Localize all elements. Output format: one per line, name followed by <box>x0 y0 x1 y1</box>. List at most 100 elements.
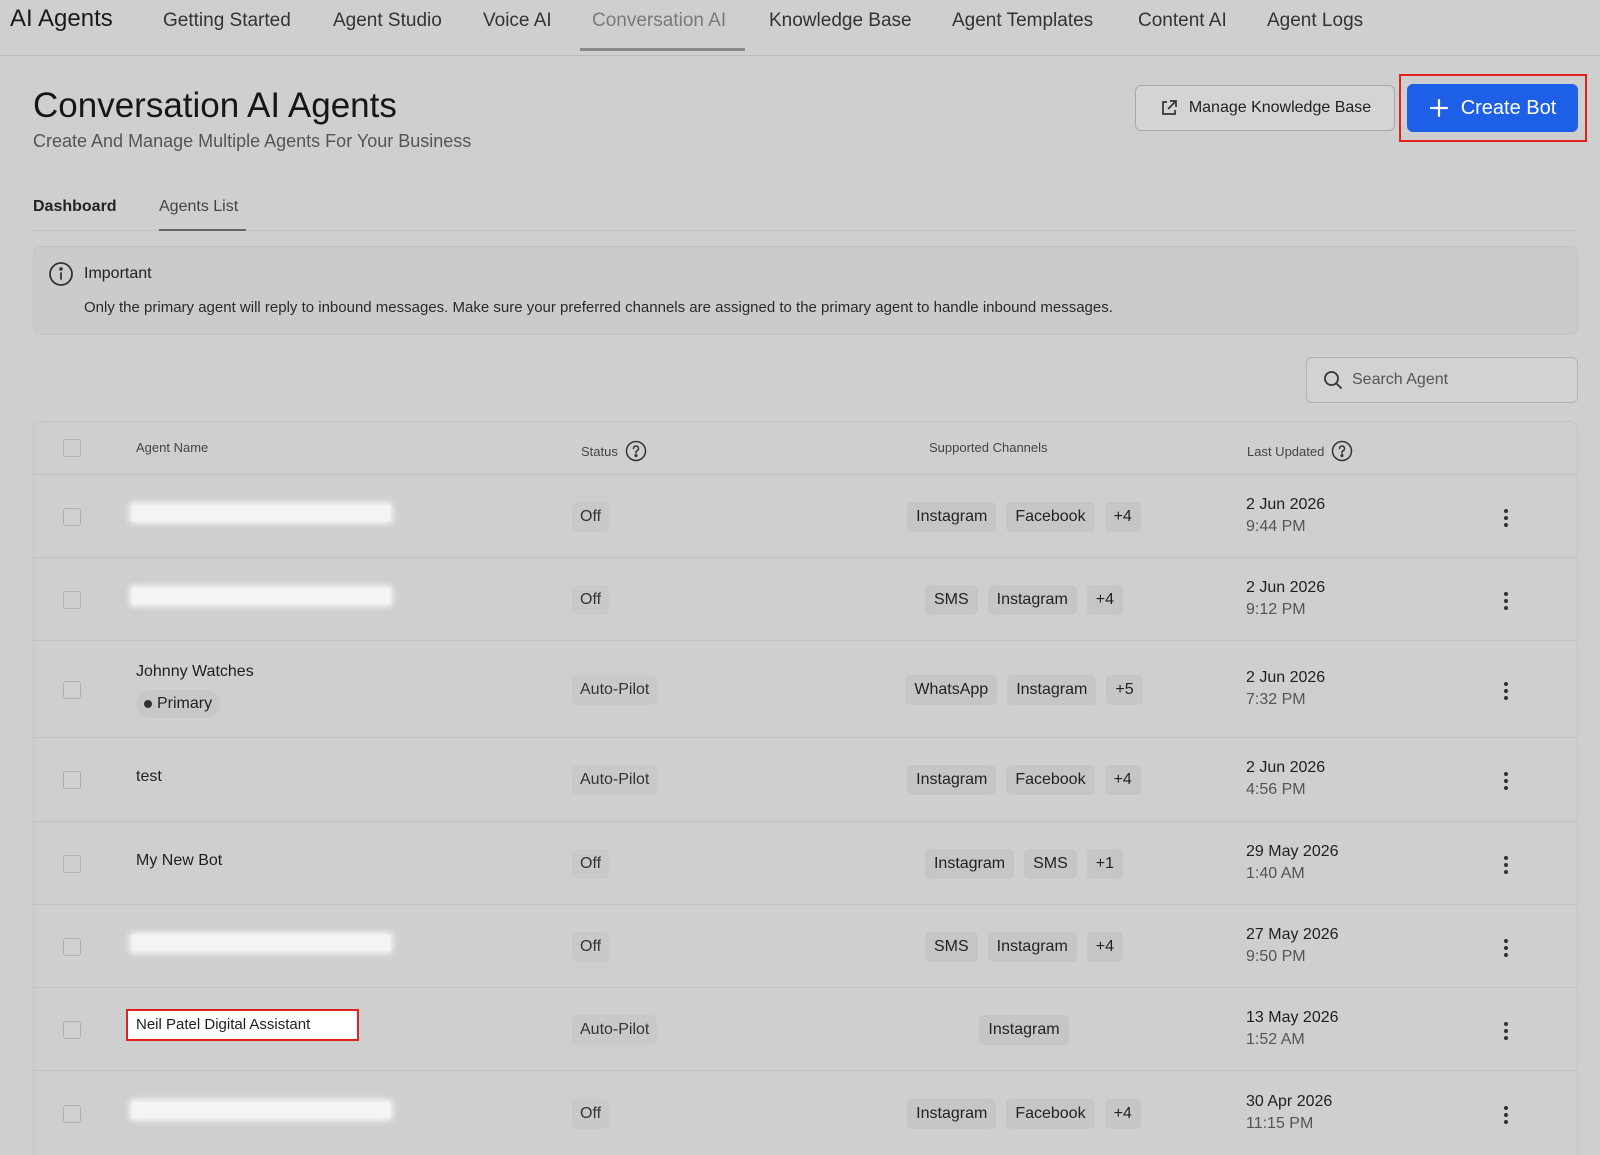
last-updated-date: 30 Apr 2026 <box>1246 1092 1333 1110</box>
row-checkbox[interactable] <box>63 590 81 609</box>
last-updated-date: 29 May 2026 <box>1246 842 1339 860</box>
row-checkbox[interactable] <box>63 854 81 873</box>
table-row[interactable]: My New Bot Off Instagram SMS +1 29 May 2026 1:… <box>34 822 1577 905</box>
search-input[interactable] <box>1352 371 1572 389</box>
redacted-agent-name <box>132 1101 390 1118</box>
active-tab-indicator <box>580 48 745 51</box>
more-options-icon[interactable] <box>1498 590 1514 612</box>
channel-chip: SMS <box>924 584 978 615</box>
info-icon <box>49 262 73 286</box>
manage-knowledge-base-button[interactable]: Manage Knowledge Base <box>1135 85 1395 131</box>
last-updated-date: 2 Jun 2026 <box>1246 578 1326 596</box>
search-box[interactable] <box>1306 357 1578 403</box>
table-row[interactable]: test Auto-Pilot Instagram Facebook +4 2 Jun 2… <box>34 738 1577 822</box>
help-icon[interactable] <box>625 440 647 462</box>
agent-name[interactable]: test <box>136 768 162 786</box>
nav-tab-agent-studio[interactable]: Agent Studio <box>333 10 442 32</box>
row-checkbox[interactable] <box>63 937 81 956</box>
last-updated-time: 9:44 PM <box>1246 517 1306 535</box>
row-checkbox[interactable] <box>63 507 81 526</box>
nav-tab-agent-templates[interactable]: Agent Templates <box>952 10 1093 32</box>
more-options-icon[interactable] <box>1498 854 1514 876</box>
last-updated: 29 May 2026 1:40 AM <box>1246 841 1339 885</box>
channel-chip: Facebook <box>1006 765 1095 795</box>
plus-icon <box>1429 98 1448 118</box>
more-options-icon[interactable] <box>1498 937 1514 959</box>
last-updated-time: 11:15 PM <box>1246 1114 1314 1132</box>
more-channels-chip[interactable]: +4 <box>1104 765 1141 795</box>
supported-channels: Instagram Facebook +4 <box>824 1098 1224 1129</box>
row-checkbox[interactable] <box>63 771 81 789</box>
more-channels-chip[interactable]: +4 <box>1086 584 1124 615</box>
more-options-icon[interactable] <box>1498 770 1514 792</box>
channel-chip: SMS <box>1024 848 1077 879</box>
top-nav: AI Agents Getting Started Agent Studio V… <box>0 0 1600 56</box>
channel-chip: Facebook <box>1006 1098 1095 1129</box>
channel-chip: Instagram <box>907 765 997 795</box>
status-badge: Off <box>572 501 610 532</box>
subtabs-divider <box>33 230 1578 231</box>
last-updated-date: 27 May 2026 <box>1246 925 1339 943</box>
nav-tab-getting-started[interactable]: Getting Started <box>163 10 291 32</box>
tab-agents-list[interactable]: Agents List <box>159 198 238 216</box>
supported-channels: Instagram <box>824 1014 1224 1045</box>
column-header-agent-name: Agent Name <box>136 440 209 455</box>
table-row[interactable]: Johnny Watches Primary Auto-Pilot WhatsApp I… <box>34 641 1577 738</box>
page-title: Conversation AI Agents <box>33 86 397 125</box>
manage-knowledge-base-label: Manage Knowledge Base <box>1188 99 1372 116</box>
create-bot-button[interactable]: Create Bot <box>1407 84 1578 132</box>
tab-dashboard[interactable]: Dashboard <box>33 198 117 216</box>
supported-channels: SMS Instagram +4 <box>824 931 1224 962</box>
nav-tab-voice-ai[interactable]: Voice AI <box>483 10 552 32</box>
more-options-icon[interactable] <box>1498 1104 1514 1126</box>
nav-tab-conversation-ai[interactable]: Conversation AI <box>592 10 726 32</box>
row-checkbox[interactable] <box>63 680 81 699</box>
help-icon[interactable] <box>1331 440 1353 462</box>
more-channels-chip[interactable]: +5 <box>1106 674 1143 705</box>
last-updated: 2 Jun 2026 9:44 PM <box>1246 494 1325 538</box>
last-updated-time: 1:52 AM <box>1246 1030 1305 1048</box>
column-header-last-updated: Last Updated <box>1247 440 1353 462</box>
supported-channels: Instagram Facebook +4 <box>824 765 1224 795</box>
channel-chip: Instagram <box>1007 674 1097 705</box>
agent-name[interactable]: Neil Patel Digital Assistant <box>136 1016 310 1033</box>
table-row[interactable]: Off SMS Instagram +4 2 Jun 2026 9:12 PM <box>34 558 1577 641</box>
nav-tab-knowledge-base[interactable]: Knowledge Base <box>769 10 912 32</box>
column-header-supported-channels: Supported Channels <box>929 440 1048 455</box>
row-checkbox[interactable] <box>63 1020 81 1039</box>
table-row[interactable]: Neil Patel Digital Assistant Auto-Pilot In… <box>34 988 1577 1071</box>
agent-name[interactable]: Johnny Watches <box>136 663 254 681</box>
status-badge: Off <box>572 1098 610 1129</box>
table-header: Agent Name Status Supported Channels Las… <box>34 422 1577 475</box>
more-options-icon[interactable] <box>1498 507 1514 529</box>
more-channels-chip[interactable]: +4 <box>1086 931 1124 962</box>
search-icon <box>1324 371 1342 389</box>
more-channels-chip[interactable]: +1 <box>1086 848 1124 879</box>
table-row[interactable]: Off SMS Instagram +4 27 May 2026 9:50 PM <box>34 905 1577 988</box>
last-updated-date: 2 Jun 2026 <box>1246 668 1326 686</box>
table-row[interactable]: Off Instagram Facebook +4 2 Jun 2026 9:44 PM <box>34 475 1577 558</box>
row-checkbox[interactable] <box>63 1104 81 1123</box>
channel-chip: WhatsApp <box>905 674 998 705</box>
more-channels-chip[interactable]: +4 <box>1104 1098 1141 1129</box>
supported-channels: WhatsApp Instagram +5 <box>824 674 1224 705</box>
select-all-checkbox[interactable] <box>63 439 81 457</box>
more-options-icon[interactable] <box>1498 1020 1514 1042</box>
channel-chip: Facebook <box>1006 501 1095 532</box>
last-updated-date: 2 Jun 2026 <box>1246 495 1326 513</box>
channel-chip: Instagram <box>987 931 1077 962</box>
nav-tab-agent-logs[interactable]: Agent Logs <box>1267 10 1363 32</box>
nav-tab-content-ai[interactable]: Content AI <box>1138 10 1227 32</box>
redacted-agent-name <box>132 934 390 951</box>
last-updated-time: 9:50 PM <box>1246 947 1306 965</box>
more-options-icon[interactable] <box>1498 680 1514 702</box>
notice-text: Only the primary agent will reply to inb… <box>84 299 1113 316</box>
more-channels-chip[interactable]: +4 <box>1104 501 1141 532</box>
create-bot-label: Create Bot <box>1460 96 1557 119</box>
agent-name[interactable]: My New Bot <box>136 852 222 870</box>
table-row[interactable]: Off Instagram Facebook +4 30 Apr 2026 11:15 P… <box>34 1071 1577 1155</box>
primary-badge: Primary <box>136 689 221 718</box>
agents-table: Agent Name Status Supported Channels Las… <box>33 421 1578 1155</box>
last-updated-date: 2 Jun 2026 <box>1246 759 1326 776</box>
last-updated: 13 May 2026 1:52 AM <box>1246 1007 1339 1051</box>
